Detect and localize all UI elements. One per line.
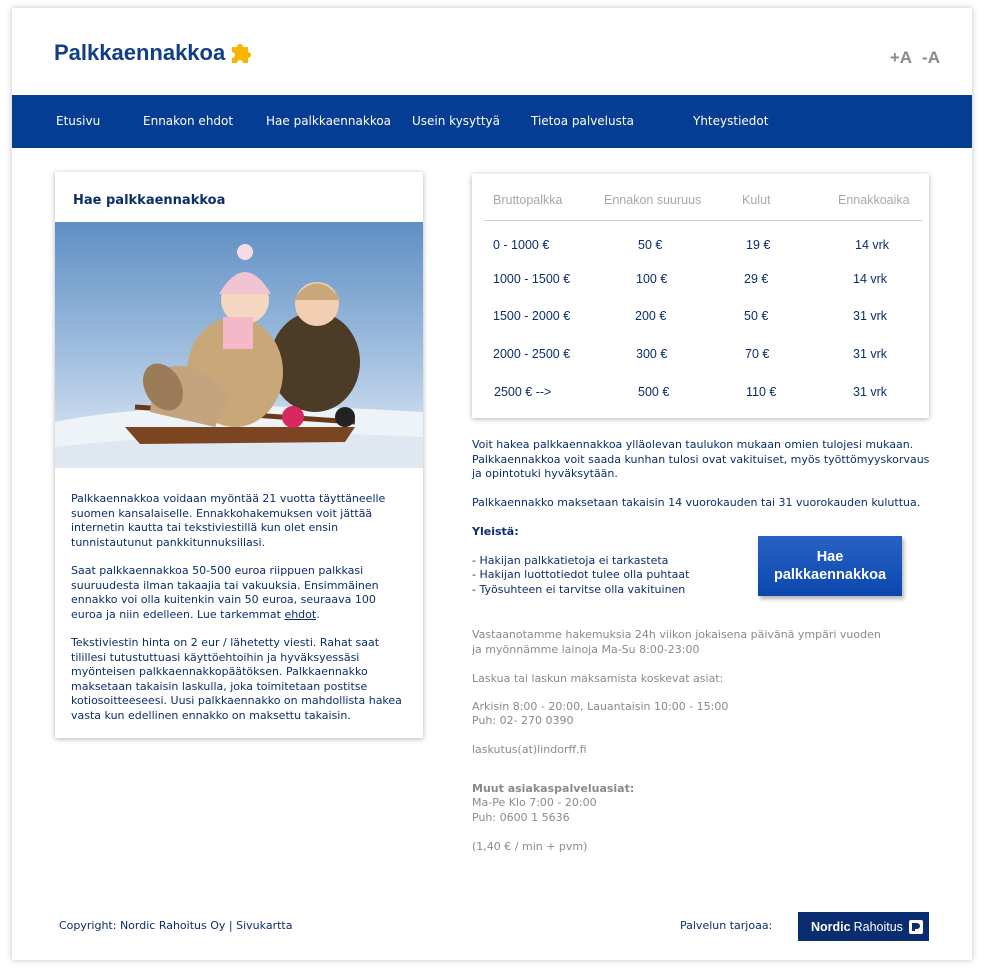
font-decrease-button[interactable]: -A bbox=[922, 48, 940, 68]
table-cell: 500 € bbox=[638, 385, 670, 399]
table-cell: 14 vrk bbox=[853, 272, 888, 286]
apply-button-line2: palkkaennakkoa bbox=[773, 567, 887, 583]
info-paragraph-2: Saat palkkaennakkoa 50-500 euroa riippue… bbox=[71, 564, 406, 622]
nav-item-usein-kysyttya[interactable]: Usein kysyttyä bbox=[412, 114, 500, 128]
advance-table: Bruttopalkka Ennakon suuruus Kulut Ennak… bbox=[472, 174, 929, 418]
table-cell: 31 vrk bbox=[853, 347, 888, 361]
nav-item-yhteystiedot[interactable]: Yhteystiedot bbox=[693, 114, 768, 128]
call-price: (1,40 € / min + pvm) bbox=[472, 840, 588, 853]
info-billing-hours: Arkisin 8:00 - 20:00, Lauantaisin 10:00 … bbox=[472, 700, 729, 713]
copyright-text: Copyright: Nordic Rahoitus Oy bbox=[59, 919, 226, 932]
table-cell: 1500 - 2000 € bbox=[493, 309, 571, 323]
table-cell: 50 € bbox=[638, 238, 663, 252]
other-services-title: Muut asiakaspalveluasiat: bbox=[472, 782, 635, 795]
table-cell: 0 - 1000 € bbox=[493, 238, 550, 252]
nav-item-hae-palkkaennakkoa[interactable]: Hae palkkaennakkoa bbox=[266, 114, 391, 128]
apply-button-line1: Hae bbox=[816, 549, 844, 565]
table-cell: 70 € bbox=[745, 347, 770, 361]
page-container: Palkkaennakkoa +A -A Etusivu Ennakon ehd… bbox=[12, 8, 972, 960]
nav-item-tietoa-palvelusta[interactable]: Tietoa palvelusta bbox=[531, 114, 634, 128]
main-nav: Etusivu Ennakon ehdot Hae palkkaennakkoa… bbox=[12, 95, 972, 148]
info-paragraph-3: Tekstiviestin hinta on 2 eur / lähetetty… bbox=[71, 636, 402, 722]
other-services-phone: Puh: 0600 1 5636 bbox=[472, 811, 570, 824]
table-cell: 31 vrk bbox=[853, 385, 888, 399]
table-header-divider bbox=[484, 220, 922, 221]
table-cell: 14 vrk bbox=[855, 238, 890, 252]
info-billing-phone: Puh: 02- 270 0390 bbox=[472, 714, 574, 727]
table-cell: 1000 - 1500 € bbox=[493, 272, 571, 286]
site-logo[interactable]: Palkkaennakkoa bbox=[54, 40, 253, 66]
nordic-mark-icon bbox=[908, 919, 923, 934]
table-header-ennakon-suuruus: Ennakon suuruus bbox=[604, 193, 702, 207]
table-cell: 2000 - 2500 € bbox=[493, 347, 571, 361]
info-hours: Vastaanotamme hakemuksia 24h viikon joka… bbox=[472, 628, 881, 656]
table-header-kulut: Kulut bbox=[742, 193, 771, 207]
terms-link[interactable]: ehdot bbox=[284, 608, 316, 621]
table-header-ennakkoaika: Ennakkoaika bbox=[838, 193, 910, 207]
children-sledding-photo bbox=[55, 222, 423, 468]
general-item: - Hakijan luottotiedot tulee olla puhtaa… bbox=[472, 568, 690, 581]
provider-label: Palvelun tarjoaa: bbox=[680, 919, 773, 932]
info-paragraph-2-text: Saat palkkaennakkoa 50-500 euroa riippue… bbox=[71, 564, 379, 621]
info-box: Hae palkkaennakkoa Palkkaennakkoa voidaa… bbox=[55, 172, 423, 738]
info-paragraph-2-end: . bbox=[316, 607, 320, 621]
table-cell: 100 € bbox=[636, 272, 668, 286]
table-cell: 300 € bbox=[636, 347, 668, 361]
footer-separator: | bbox=[228, 919, 233, 932]
nordic-rahoitus-logo[interactable]: Nordic Rahoitus bbox=[798, 912, 929, 941]
intro-paragraph-1: Voit hakea palkkaennakkoa ylläolevan tau… bbox=[472, 438, 930, 480]
font-increase-button[interactable]: +A bbox=[890, 48, 912, 68]
logo-text: Palkkaennakkoa bbox=[54, 40, 226, 65]
nordic-logo-bold: Nordic bbox=[811, 919, 851, 934]
apply-button[interactable]: Hae palkkaennakkoa bbox=[758, 536, 902, 596]
info-paragraph-1: Palkkaennakkoa voidaan myöntää 21 vuotta… bbox=[71, 492, 386, 549]
font-size-controls: +A -A bbox=[890, 48, 940, 68]
table-cell: 19 € bbox=[746, 238, 771, 252]
general-item: - Työsuhteen ei tarvitse olla vakituinen bbox=[472, 583, 686, 596]
table-cell: 2500 € --> bbox=[494, 385, 552, 399]
table-header-bruttopalkka: Bruttopalkka bbox=[493, 193, 563, 207]
table-cell: 29 € bbox=[744, 272, 769, 286]
nav-item-ennakon-ehdot[interactable]: Ennakon ehdot bbox=[143, 114, 233, 128]
table-cell: 50 € bbox=[744, 309, 769, 323]
nordic-logo-rest: Rahoitus bbox=[853, 919, 903, 934]
puzzle-icon bbox=[232, 44, 252, 63]
table-cell: 31 vrk bbox=[853, 309, 888, 323]
info-billing-email: laskutus(at)lindorff.fi bbox=[472, 743, 587, 756]
general-item: - Hakijan palkkatietoja ei tarkasteta bbox=[472, 554, 669, 567]
table-cell: 110 € bbox=[746, 385, 777, 399]
intro-paragraph-2: Palkkaennakko maksetaan takaisin 14 vuor… bbox=[472, 496, 921, 509]
info-box-title: Hae palkkaennakkoa bbox=[73, 193, 226, 208]
info-billing-title: Laskua tai laskun maksamista koskevat as… bbox=[472, 672, 724, 685]
nav-item-etusivu[interactable]: Etusivu bbox=[56, 114, 100, 128]
footer-copyright-block: Copyright: Nordic Rahoitus Oy | Sivukart… bbox=[59, 919, 292, 932]
table-cell: 200 € bbox=[635, 309, 667, 323]
sitemap-link[interactable]: Sivukartta bbox=[236, 919, 292, 932]
other-services-hours: Ma-Pe Klo 7:00 - 20:00 bbox=[472, 796, 597, 809]
